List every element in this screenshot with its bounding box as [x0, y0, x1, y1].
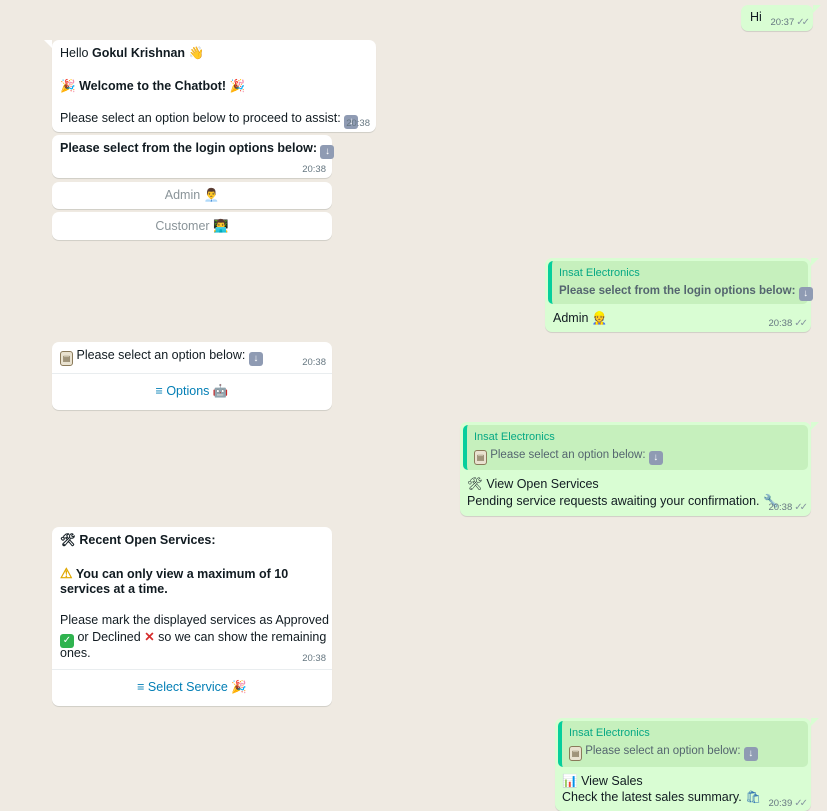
message-text: Admin 👷 — [553, 311, 608, 325]
bubble-tail — [813, 5, 821, 13]
warning-line-1: ⚠ You can only view a maximum of 10 — [60, 565, 289, 581]
cross-icon: ✕ — [144, 630, 155, 644]
down-arrow-icon: ↓ — [798, 287, 813, 301]
bubble-tail — [811, 258, 819, 266]
sales-title: 📊 View Sales — [562, 774, 643, 788]
down-arrow-icon: ↓ — [648, 451, 663, 465]
message-time: 20:38 ✓✓ — [768, 318, 808, 329]
down-arrow-icon: ↓ — [743, 747, 758, 761]
admin-button[interactable]: Admin 👨‍💼 — [52, 182, 332, 209]
message-time: 20:37 ✓✓ — [770, 17, 810, 28]
message-recent-open-services: 🛠 Recent Open Services: ⚠ You can only v… — [52, 527, 332, 706]
message-outgoing-admin: Insat Electronics Please select from the… — [545, 258, 813, 332]
party-icon: 🎉 — [60, 79, 76, 93]
read-ticks-icon: ✓✓ — [794, 798, 808, 809]
down-arrow-icon: ↓ — [248, 352, 263, 366]
down-arrow-icon: ↓ — [320, 145, 335, 159]
bar-chart-icon: 📊 — [562, 774, 578, 788]
quoted-sender: Insat Electronics — [474, 431, 555, 443]
welcome-line: 🎉 Welcome to the Chatbot! 🎉 — [60, 79, 246, 93]
shopping-bag-icon: 🛍 — [745, 790, 762, 804]
service-title: 🛠 View Open Services — [467, 477, 599, 491]
clipboard-icon: ▤ — [60, 351, 73, 366]
read-ticks-icon: ✓✓ — [794, 318, 808, 329]
bubble-tail — [44, 40, 52, 48]
message-outgoing-open-services: Insat Electronics ▤ Please select an opt… — [460, 422, 811, 516]
clipboard-icon: ▤ — [474, 450, 487, 465]
tools-icon: 🛠 — [60, 533, 76, 547]
admin-person-icon: 👷 — [591, 311, 608, 325]
instruction-line-2: ✓ or Declined ✕ so we can show the remai… — [60, 629, 326, 648]
services-title: 🛠 Recent Open Services: — [60, 533, 216, 547]
admin-person-icon: 👨‍💼 — [203, 188, 220, 202]
message-incoming-welcome: Hello Gokul Krishnan 👋 🎉 Welcome to the … — [52, 40, 376, 132]
options-list-button[interactable]: ≡ Options 🤖 — [52, 373, 332, 410]
message-time: 20:38 ✓✓ — [768, 502, 808, 513]
message-outgoing-view-sales: Insat Electronics ▤ Please select an opt… — [555, 718, 811, 811]
customer-person-icon: 👨‍💻 — [213, 219, 229, 233]
message-outgoing-hi: Hi 20:37 ✓✓ — [741, 5, 813, 31]
instruction-line-3: ones. — [60, 646, 91, 660]
greeting-line: Hello Gokul Krishnan 👋 — [60, 46, 205, 60]
read-ticks-icon: ✓✓ — [796, 17, 810, 28]
quoted-message[interactable]: Insat Electronics ▤ Please select an opt… — [558, 721, 808, 767]
list-icon: ≡ — [137, 680, 145, 694]
message-time: 20:39 ✓✓ — [768, 798, 808, 809]
quoted-sender: Insat Electronics — [569, 727, 650, 739]
message-time: 20:38 — [346, 118, 370, 129]
quoted-message[interactable]: Insat Electronics ▤ Please select an opt… — [463, 425, 808, 470]
clipboard-icon: ▤ — [569, 746, 582, 761]
bubble-tail — [811, 422, 819, 430]
message-time: 20:38 — [302, 653, 326, 664]
party-icon: 🎉 — [229, 79, 246, 93]
message-text: Hi — [750, 10, 762, 24]
bubble-tail — [811, 718, 819, 726]
quoted-message[interactable]: Insat Electronics Please select from the… — [548, 261, 813, 304]
party-icon: 🎉 — [231, 680, 247, 694]
customer-button[interactable]: Customer 👨‍💻 — [52, 212, 332, 240]
read-ticks-icon: ✓✓ — [794, 502, 808, 513]
sales-desc: Check the latest sales summary. 🛍 — [562, 790, 762, 804]
warning-icon: ⚠ — [60, 565, 73, 581]
message-time: 20:38 — [302, 164, 326, 175]
quoted-text: Please select from the login options bel… — [559, 285, 813, 301]
quoted-sender: Insat Electronics — [559, 267, 640, 279]
message-login-options: Please select from the login options bel… — [52, 135, 335, 178]
service-desc: Pending service requests awaiting your c… — [467, 494, 779, 508]
quoted-text: ▤ Please select an option below: ↓ — [569, 745, 758, 761]
login-prompt: Please select from the login options bel… — [60, 141, 335, 159]
prompt-line: Please select an option below to proceed… — [60, 111, 359, 129]
select-service-button[interactable]: ≡ Select Service 🎉 — [52, 669, 332, 706]
instruction-line-1: Please mark the displayed services as Ap… — [60, 613, 329, 627]
quoted-text: ▤ Please select an option below: ↓ — [474, 449, 663, 465]
options-prompt: ▤ Please select an option below: ↓ — [60, 348, 263, 366]
robot-icon: 🤖 — [212, 384, 229, 398]
message-time: 20:38 — [302, 357, 326, 368]
wave-icon: 👋 — [188, 46, 205, 60]
tools-icon: 🛠 — [467, 477, 483, 491]
warning-line-2: services at a time. — [60, 582, 168, 596]
list-icon: ≡ — [155, 384, 163, 398]
message-options-list: ▤ Please select an option below: ↓ 20:38… — [52, 342, 332, 410]
